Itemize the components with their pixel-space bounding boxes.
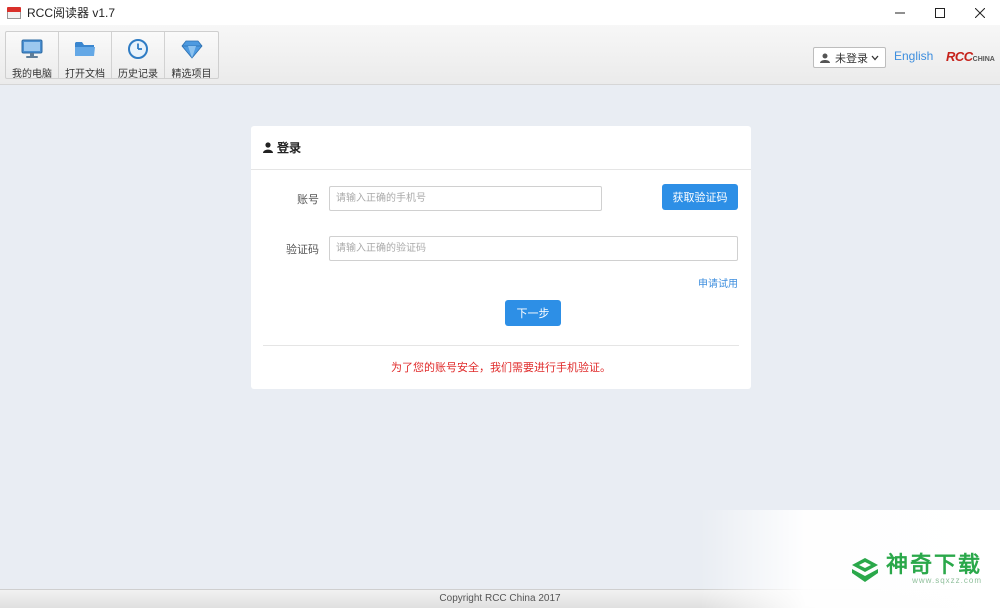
app-icon (7, 6, 21, 19)
watermark: 神奇下载 www.sqxzz.com (700, 510, 1000, 608)
computer-icon (20, 39, 44, 59)
user-icon (820, 53, 830, 63)
toolbar-button-group: 我的电脑 打开文档 历史记录 精选项目 (5, 31, 219, 80)
minimize-button[interactable] (880, 0, 920, 25)
close-button[interactable] (960, 0, 1000, 25)
folder-icon (73, 39, 97, 59)
minimize-icon (895, 12, 905, 13)
login-card: 登录 账号 获取验证码 验证码 申请试用 下一步 为了您的账号安全，我们需要进行… (251, 126, 751, 389)
user-status-label: 未登录 (835, 52, 868, 65)
history-label: 历史记录 (118, 69, 158, 80)
user-dropdown[interactable]: 未登录 (813, 47, 886, 68)
my-computer-label: 我的电脑 (12, 69, 52, 80)
clock-icon (126, 39, 150, 59)
code-label: 验证码 (286, 244, 319, 256)
history-button[interactable]: 历史记录 (112, 32, 165, 80)
title-bar: RCC阅读器 v1.7 (0, 0, 1000, 25)
login-card-header: 登录 (251, 126, 751, 170)
window-controls (880, 0, 1000, 25)
logo-sub-text: CHINA (972, 56, 995, 63)
phone-input[interactable] (329, 186, 602, 211)
watermark-url: www.sqxzz.com (912, 576, 983, 585)
account-label: 账号 (297, 194, 319, 206)
toolbar: 我的电脑 打开文档 历史记录 精选项目 未登录 English RCCCHINA (0, 25, 1000, 85)
featured-projects-label: 精选项目 (171, 69, 212, 80)
copyright-text: Copyright RCC China 2017 (439, 593, 561, 604)
next-step-button[interactable]: 下一步 (505, 300, 561, 326)
rcc-logo: RCCCHINA (946, 49, 995, 64)
diamond-icon (180, 39, 204, 59)
apply-trial-link[interactable]: 申请试用 (698, 275, 738, 290)
open-document-label: 打开文档 (65, 69, 105, 80)
user-icon (263, 142, 273, 153)
maximize-icon (935, 7, 945, 18)
close-icon (975, 7, 985, 18)
open-document-button[interactable]: 打开文档 (59, 32, 112, 80)
featured-projects-button[interactable]: 精选项目 (165, 32, 218, 80)
language-link[interactable]: English (894, 49, 933, 63)
divider (263, 345, 739, 346)
security-notice: 为了您的账号安全，我们需要进行手机验证。 (391, 362, 611, 374)
watermark-text: 神奇下载 (886, 552, 983, 577)
maximize-button[interactable] (920, 0, 960, 25)
get-code-button[interactable]: 获取验证码 (662, 184, 738, 210)
verification-code-input[interactable] (329, 236, 738, 261)
logo-main-text: RCC (946, 49, 973, 64)
chevron-down-icon (871, 55, 879, 61)
window-title: RCC阅读器 v1.7 (27, 6, 116, 20)
my-computer-button[interactable]: 我的电脑 (6, 32, 59, 80)
watermark-logo-icon (852, 557, 878, 582)
login-title: 登录 (277, 141, 302, 155)
